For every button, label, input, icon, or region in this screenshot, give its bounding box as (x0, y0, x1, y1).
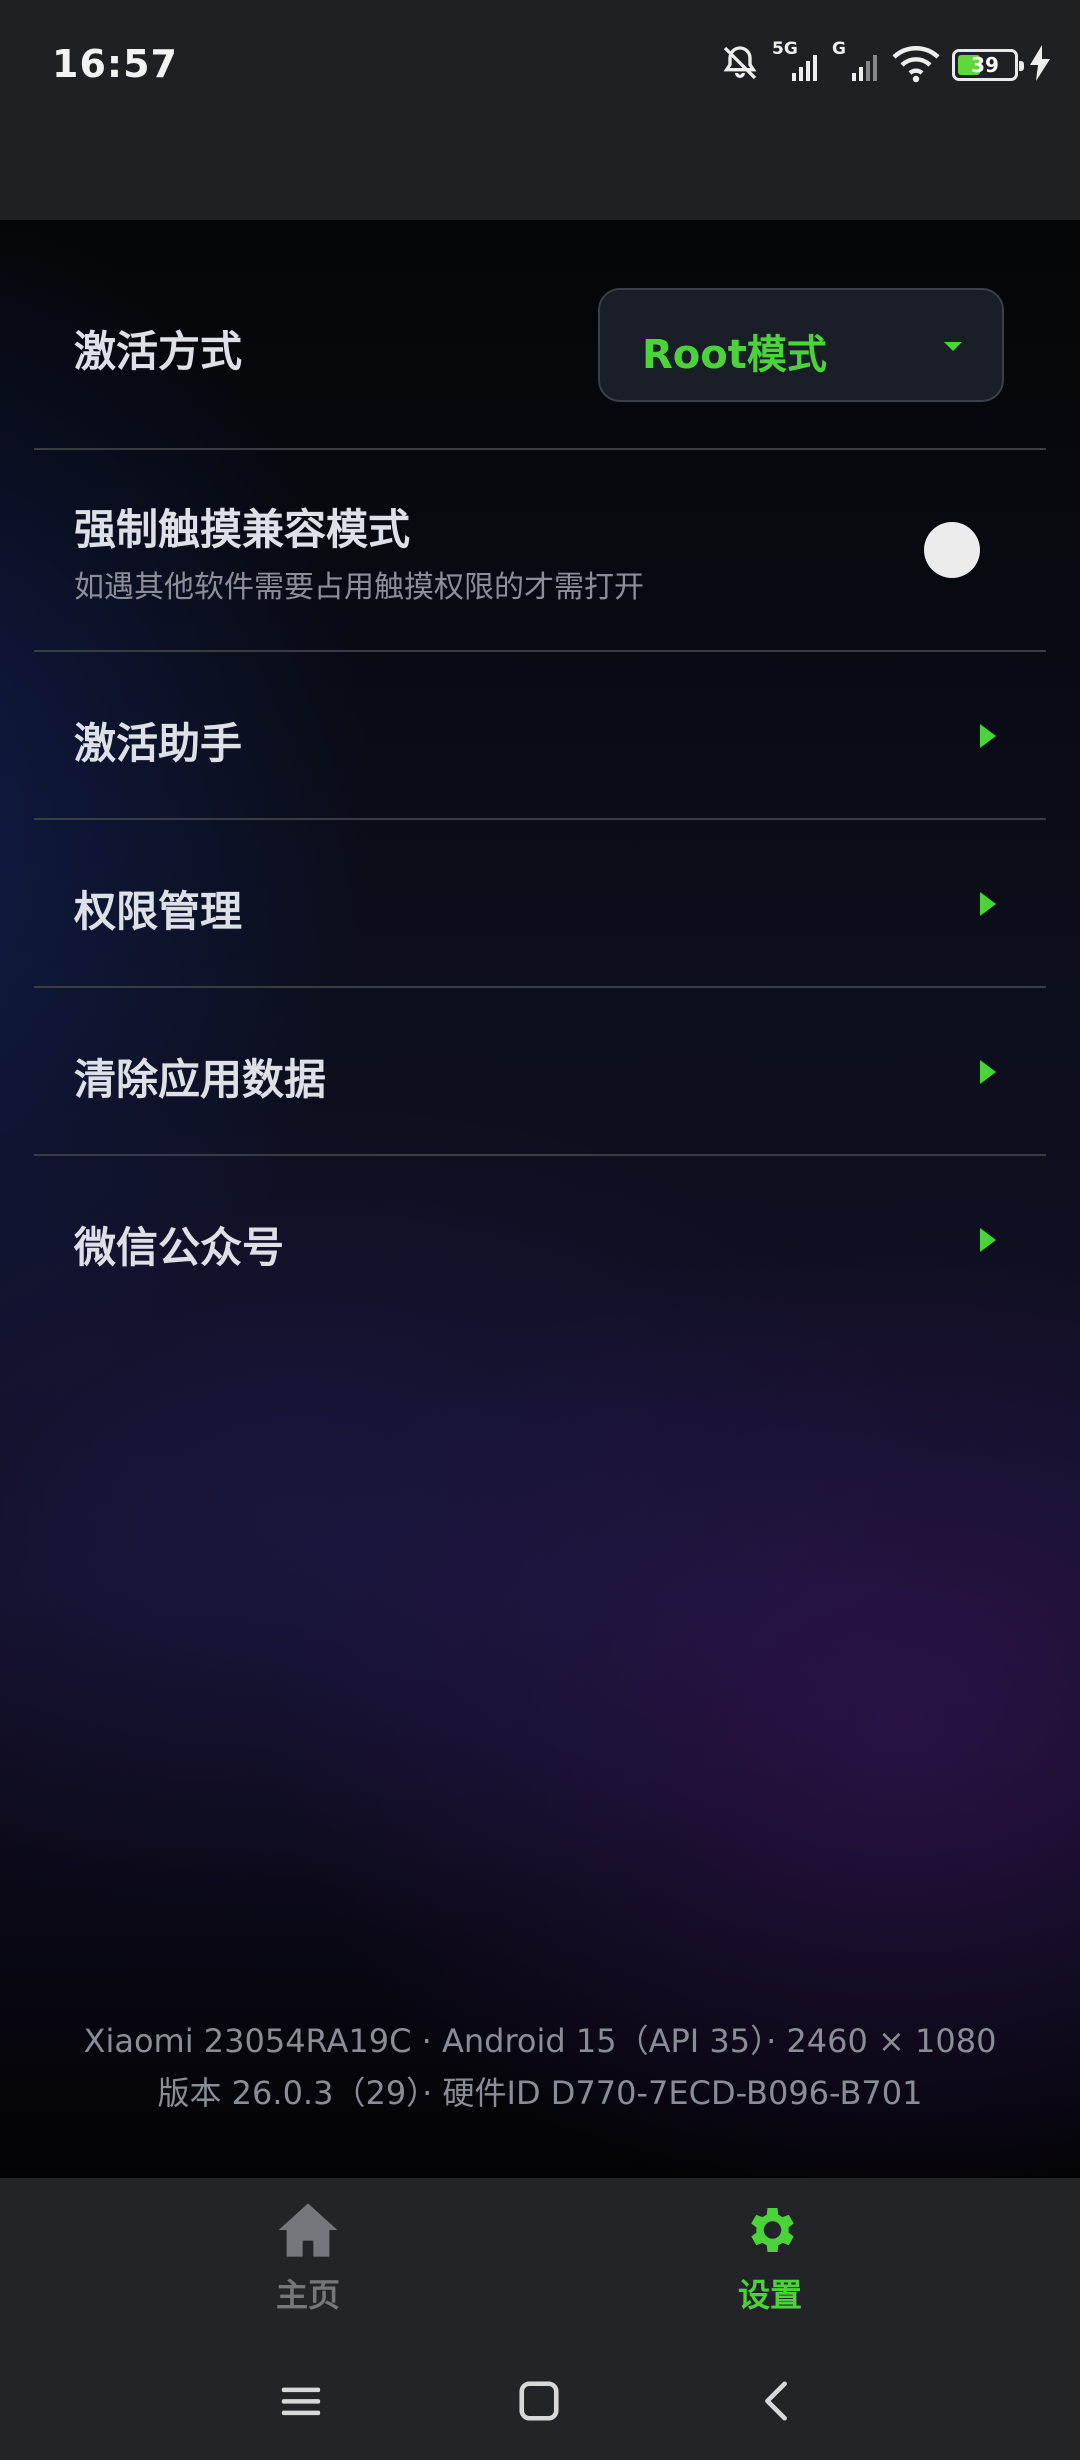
back-icon[interactable] (754, 2378, 800, 2428)
nav-home-label: 主页 (275, 2276, 340, 2314)
charging-icon (1030, 45, 1050, 85)
activation-mode-value: Root模式 (642, 332, 827, 378)
status-time: 16:57 (52, 42, 178, 86)
nav-tab-home[interactable]: 主页 (208, 2200, 408, 2316)
list-item-label: 清除应用数据 (74, 1055, 327, 1104)
force-touch-row[interactable]: 强制触摸兼容模式 如遇其他软件需要占用触摸权限的才需打开 (34, 450, 1046, 652)
chevron-right-icon (980, 724, 996, 748)
activation-mode-label: 激活方式 (74, 327, 243, 376)
force-touch-label: 强制触摸兼容模式 (74, 505, 411, 554)
list-item-clear-app-data[interactable]: 清除应用数据 (34, 988, 1046, 1156)
force-touch-toggle[interactable] (924, 522, 980, 578)
status-bar: 16:57 5G G 39 (0, 0, 1080, 220)
activation-mode-row: 激活方式 Root模式 (34, 220, 1046, 450)
device-info-line-1: Xiaomi 23054RA19C · Android 15（API 35）· … (83, 2022, 997, 2060)
list-item-wechat-account[interactable]: 微信公众号 (34, 1156, 1046, 1324)
gear-icon (738, 2208, 802, 2264)
list-item-activation-helper[interactable]: 激活助手 (34, 652, 1046, 820)
battery-icon: 39 (952, 49, 1024, 81)
list-item-label: 微信公众号 (74, 1223, 285, 1272)
activation-mode-dropdown[interactable]: Root模式 (598, 288, 1004, 402)
chevron-right-icon (980, 1228, 996, 1252)
signal-5g-icon: 5G (772, 39, 820, 85)
device-info-line-2: 版本 26.0.3（29）· 硬件ID D770-7ECD-B096-B701 (157, 2074, 923, 2112)
nav-tab-settings[interactable]: 设置 (670, 2200, 870, 2316)
screen: 16:57 5G G 39 激活方式 Root模式 强制触摸兼容模式 如遇其他软… (0, 0, 1080, 2460)
status-icons: 5G G 39 (720, 39, 1050, 88)
chevron-right-icon (980, 1060, 996, 1084)
bottom-navigation: 主页 设置 (0, 2178, 1080, 2460)
battery-level: 39 (971, 53, 999, 77)
settings-content: 激活方式 Root模式 强制触摸兼容模式 如遇其他软件需要占用触摸权限的才需打开… (0, 220, 1080, 2178)
wifi-icon (892, 43, 940, 87)
caret-down-icon (944, 342, 962, 351)
list-item-label: 激活助手 (74, 719, 243, 768)
force-touch-description: 如遇其他软件需要占用触摸权限的才需打开 (74, 570, 644, 605)
home-icon (276, 2203, 340, 2264)
list-item-permission-management[interactable]: 权限管理 (34, 820, 1046, 988)
menu-icon[interactable] (278, 2378, 324, 2428)
bell-muted-icon (720, 43, 760, 87)
home-button-icon[interactable] (516, 2378, 562, 2428)
list-item-label: 权限管理 (74, 887, 243, 936)
nav-settings-label: 设置 (737, 2276, 802, 2314)
chevron-right-icon (980, 892, 996, 916)
signal-g-icon: G (832, 39, 880, 85)
system-navigation-bar (0, 2378, 1080, 2448)
